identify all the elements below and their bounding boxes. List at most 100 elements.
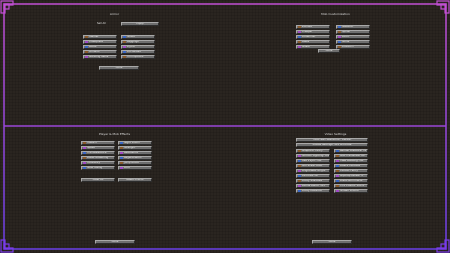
mob-option-label: Slime (342, 40, 350, 43)
effect-option-button[interactable]: Fire Resistance (81, 151, 115, 155)
armor-option-button[interactable]: Mending Items (83, 55, 117, 59)
mob-option-label: Ghast (302, 45, 310, 48)
video-option-button[interactable]: Graphics: Fancy (296, 149, 330, 153)
equip-button[interactable]: Equip (121, 22, 159, 26)
video-option-button[interactable]: Entity Distance (296, 189, 330, 193)
spider-icon (338, 31, 341, 33)
mob-option-button[interactable]: Creeper (296, 30, 330, 34)
armor-option-button[interactable]: Offhand (83, 50, 117, 54)
video-option-button[interactable]: Clouds: Fancy (334, 169, 368, 173)
effect-option-button[interactable]: Night Vision (118, 141, 152, 145)
pane-title: Mob Customization (321, 12, 350, 16)
video-option-button[interactable]: Particles: All (296, 174, 330, 178)
armor-option-button[interactable]: Elytra (121, 45, 155, 49)
video-option-button[interactable]: Mipmap Levels: 4 (334, 174, 368, 178)
mob-option-label: Spider (342, 30, 351, 33)
done-button[interactable]: Done (318, 49, 340, 53)
armor-option-button[interactable]: Helmet (83, 35, 117, 39)
offhand-icon (85, 51, 88, 53)
armor-option-label: Leggings (127, 40, 139, 43)
mob-option-button[interactable]: Enderman (296, 35, 330, 39)
video-option-label: Graphics: Fancy (302, 149, 323, 152)
video-option-button[interactable]: Distortion Effects (334, 179, 368, 183)
graphics-icon (298, 150, 301, 152)
effect-option-label: Speed (87, 146, 96, 149)
effect-option-button[interactable]: Jump Boost (118, 161, 152, 165)
mob-option-button[interactable]: Witch (336, 35, 370, 39)
video-option-button[interactable]: Screen Effects (334, 189, 368, 193)
trim-icon (123, 56, 126, 58)
video-option-button[interactable]: GUI Scale: Auto (296, 164, 330, 168)
video-option-label: Brightness: Bright (302, 169, 326, 172)
armor-option-label: Chestplate (89, 40, 103, 43)
video-option-label: View Bobbing: ON (340, 159, 364, 162)
mending-icon (85, 56, 88, 58)
done-button[interactable]: Done (95, 240, 135, 244)
effect-option-label: Luck (124, 166, 130, 169)
mob-option-label: Witch (342, 35, 350, 38)
reset-effects-button[interactable]: Reset Effects (118, 178, 152, 182)
effect-option-button[interactable]: Resistance (118, 151, 152, 155)
video-option-label: Entity Distance (302, 189, 322, 192)
elytra-icon (123, 46, 126, 48)
video-option-label: Clouds: Fancy (340, 169, 358, 172)
video-option-button[interactable]: Render Distance: 12 (334, 149, 368, 153)
effect-option-button[interactable]: Haste II (81, 141, 115, 145)
effect-option-button[interactable]: Invisibility (81, 161, 115, 165)
night-vision-icon (120, 142, 123, 144)
video-option-label: Biome Blend: 5x5 (302, 184, 325, 187)
done-button[interactable]: Done (312, 240, 352, 244)
video-option-label: Max Framerate: 60 (340, 154, 365, 157)
effect-option-button[interactable]: Regeneration (118, 156, 152, 160)
fov-icon (336, 185, 339, 187)
effect-option-button[interactable]: Slow Falling (81, 166, 115, 170)
effect-option-label: Strength (124, 146, 136, 149)
armor-option-button[interactable]: Chestplate (83, 40, 117, 44)
mob-option-button[interactable]: Skeleton (336, 25, 370, 29)
armor-option-button[interactable]: Enchanted (121, 50, 155, 54)
gui-scale-icon (298, 165, 301, 167)
armor-option-label: Boots (89, 45, 97, 48)
armor-option-label: Helmet (89, 35, 99, 38)
mob-option-label: Zombie (302, 25, 312, 28)
screen-effects-icon (336, 190, 339, 192)
video-option-button[interactable]: Biome Blend: 5x5 (296, 184, 330, 188)
mob-option-button[interactable]: Spider (336, 30, 370, 34)
video-option-label: Render Distance: 12 (340, 149, 367, 152)
video-option-button[interactable]: Max Framerate: 60 (334, 154, 368, 158)
slime-icon (338, 41, 341, 43)
armor-pane: Armor Sell All Equip Helmet Shield Chestpl… (5, 5, 224, 125)
video-option-button[interactable]: FOV Effects: 100% (334, 184, 368, 188)
mob-option-button[interactable]: Slime (336, 40, 370, 44)
armor-option-button[interactable]: Trim Options (121, 55, 155, 59)
ghast-icon (298, 46, 301, 48)
armor-option-button[interactable]: Boots (83, 45, 117, 49)
video-option-button[interactable]: Brightness: Bright (296, 169, 330, 173)
framerate-icon (336, 155, 339, 157)
done-button[interactable]: Done (99, 66, 139, 70)
mouse-settings-button[interactable]: Mouse Settings: 4x4 Accurate (296, 143, 368, 147)
effect-option-button[interactable]: Water Breathing (81, 156, 115, 160)
armor-option-button[interactable]: Leggings (121, 40, 155, 44)
effect-option-label: Night Vision (124, 141, 140, 144)
video-option-button[interactable]: Attack Indicator (334, 164, 368, 168)
video-option-button[interactable]: Use VSync: ON (296, 159, 330, 163)
skeleton-icon (338, 26, 341, 28)
mob-option-button[interactable]: Phantom (336, 45, 370, 49)
leggings-icon (123, 41, 126, 43)
mob-option-button[interactable]: Zombie (296, 25, 330, 29)
fullscreen-resolution-button[interactable]: Fullscreen Resolution: Default (296, 138, 368, 142)
effect-option-button[interactable]: Strength (118, 146, 152, 150)
armor-option-label: Elytra (127, 45, 135, 48)
video-option-button[interactable]: Smooth Lighting: ON (296, 154, 330, 158)
video-option-button[interactable]: View Bobbing: ON (334, 159, 368, 163)
invisibility-icon (83, 162, 86, 164)
effect-option-button[interactable]: Speed (81, 146, 115, 150)
effect-option-button[interactable]: Luck (118, 166, 152, 170)
armor-option-button[interactable]: Shield (121, 35, 155, 39)
mob-option-button[interactable]: Blaze (296, 40, 330, 44)
bobbing-icon (336, 160, 339, 162)
boots-icon (85, 46, 88, 48)
video-option-button[interactable]: Entity Shadows (296, 179, 330, 183)
clear-all-button[interactable]: Clear All (81, 178, 115, 182)
